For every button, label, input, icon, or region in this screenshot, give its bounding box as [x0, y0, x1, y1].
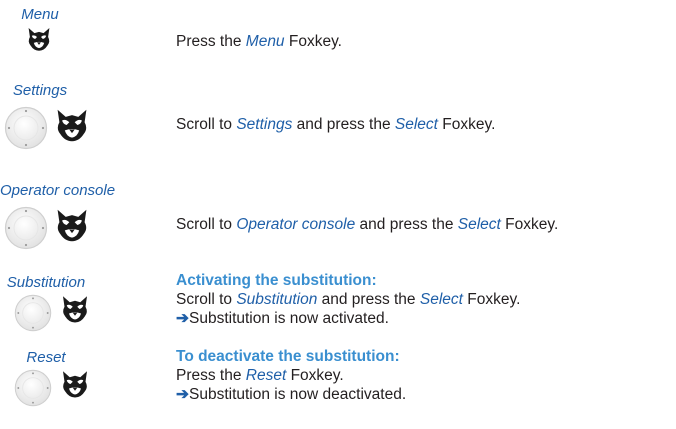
step-label: Substitution	[6, 274, 86, 291]
text-run: Foxkey.	[462, 291, 521, 308]
text-run: and press the	[317, 291, 420, 308]
instruction-line: Press the Menu Foxkey.	[176, 32, 342, 51]
text-run: Substitution is now deactivated.	[189, 386, 407, 403]
text-run: and press the	[355, 216, 458, 233]
step-description: Scroll to Settings and press the Select …	[176, 115, 495, 134]
text-run: Press the	[176, 33, 246, 50]
instruction-line: Scroll to Operator console and press the…	[176, 215, 558, 234]
navigation-key-icon	[14, 369, 52, 407]
heading-text: Activating the substitution:	[176, 272, 377, 289]
step-4: Substitution Activating the substitution:…	[0, 260, 676, 340]
instruction-line: Press the Reset Foxkey.	[176, 366, 406, 385]
step-description: Activating the substitution: Scroll to Su…	[176, 271, 520, 328]
foxkey-term: Reset	[245, 367, 287, 384]
foxkey-term: Substitution	[236, 291, 318, 308]
step-heading: To deactivate the substitution:	[176, 347, 406, 366]
text-run: and press the	[292, 116, 395, 133]
fox-icon	[28, 27, 50, 51]
text-run: Scroll to	[176, 216, 237, 233]
instruction-line: Scroll to Substitution and press the Sel…	[176, 290, 520, 309]
step-heading: Activating the substitution:	[176, 271, 520, 290]
step-label: Menu	[21, 6, 59, 23]
text-run: Foxkey.	[437, 116, 496, 133]
text-run: Substitution is now activated.	[189, 310, 389, 327]
step-1: Menu Press the Menu Foxkey.	[0, 0, 676, 80]
step-5: Reset To deactivate the substitution: Pres…	[0, 337, 676, 417]
foxkey-term: Operator console	[236, 216, 356, 233]
foxkey-term: Select	[419, 291, 463, 308]
text-run: Foxkey.	[284, 33, 342, 50]
step-label: Operator console	[0, 182, 116, 199]
fox-icon	[57, 109, 87, 142]
foxkey-term: Settings	[236, 116, 293, 133]
fox-icon	[63, 296, 87, 323]
step-description: Scroll to Operator console and press the…	[176, 215, 558, 234]
heading-text: To deactivate the substitution:	[176, 348, 400, 365]
fox-icon	[57, 209, 87, 242]
fox-icon	[63, 371, 87, 398]
navigation-key-icon	[14, 294, 52, 332]
instruction-line: Scroll to Settings and press the Select …	[176, 115, 495, 134]
text-run: Scroll to	[176, 291, 237, 308]
text-run: Foxkey.	[500, 216, 559, 233]
foxkey-term: Select	[394, 116, 438, 133]
text-run: Press the	[176, 367, 246, 384]
arrow-right-icon: ➔	[176, 386, 189, 403]
step-3: Operator console Scroll to Operator conso…	[0, 180, 676, 260]
result-line: ➔Substitution is now activated.	[176, 309, 520, 328]
step-2: Settings Scroll to Settings and press the…	[0, 80, 676, 160]
result-line: ➔Substitution is now deactivated.	[176, 385, 406, 404]
text-run: Scroll to	[176, 116, 237, 133]
foxkey-term: Menu	[245, 33, 285, 50]
step-description: Press the Menu Foxkey.	[176, 32, 342, 51]
navigation-key-icon	[4, 206, 48, 250]
arrow-right-icon: ➔	[176, 310, 189, 327]
step-description: To deactivate the substitution: Press the…	[176, 347, 406, 404]
foxkey-term: Select	[457, 216, 501, 233]
text-run: Foxkey.	[286, 367, 344, 384]
step-label: Settings	[12, 82, 68, 99]
navigation-key-icon	[4, 106, 48, 150]
step-label: Reset	[26, 349, 66, 366]
